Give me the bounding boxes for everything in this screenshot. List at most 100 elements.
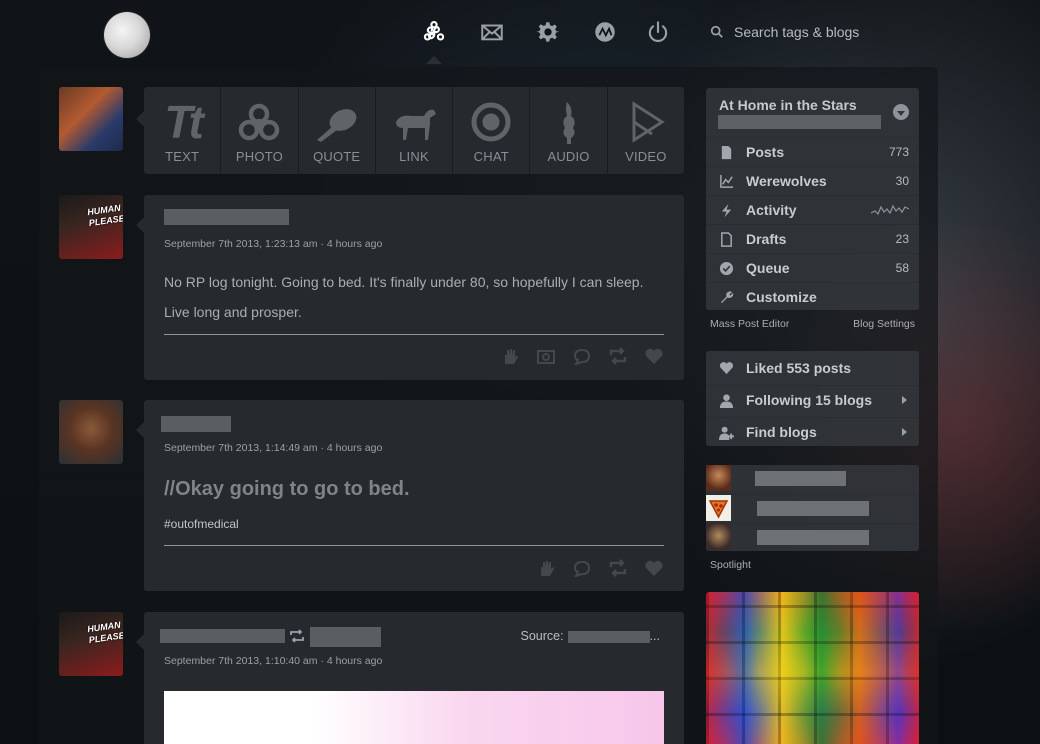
redacted-blog-name <box>757 501 869 516</box>
recommended-blog-avatar <box>706 495 731 521</box>
post-actions <box>536 559 664 577</box>
sidebar-item-label: Liked 553 posts <box>746 359 852 376</box>
avatar-caption: HUMAN PLEASE <box>86 619 123 646</box>
search-bar[interactable] <box>710 20 934 44</box>
link-post-icon <box>390 99 438 145</box>
recommended-blog-row[interactable] <box>706 465 919 494</box>
sidebar-item-following[interactable]: Following 15 blogs <box>706 385 919 414</box>
sidebar-item-drafts[interactable]: Drafts 23 <box>706 224 919 253</box>
blog-settings-link[interactable]: Blog Settings <box>853 318 915 330</box>
post-timestamp[interactable]: September 7th 2013, 1:10:40 am · 4 hours… <box>164 655 382 667</box>
power-logout-icon[interactable] <box>642 16 674 48</box>
blog-avatar-moon[interactable] <box>104 12 150 58</box>
settings-gear-icon[interactable] <box>532 16 564 48</box>
lightning-icon <box>718 202 734 218</box>
avatar-caption: HUMAN PLEASE <box>86 202 123 229</box>
post-body-line: No RP log tonight. Going to bed. It's fi… <box>164 274 644 290</box>
activity-sparkline-icon <box>871 204 909 216</box>
redacted-reblog-source <box>310 627 381 647</box>
heart-icon <box>718 360 734 376</box>
redacted-source-url <box>567 630 650 643</box>
post-source[interactable]: Source:... <box>520 629 660 643</box>
sidebar-item-activity[interactable]: Activity <box>706 195 919 224</box>
sidebar-item-count: 30 <box>895 174 909 188</box>
video-post-icon <box>622 99 670 145</box>
camera-icon[interactable] <box>536 347 556 365</box>
blog-switcher-dropdown-icon[interactable] <box>893 104 909 120</box>
dashboard-icon[interactable] <box>418 16 450 48</box>
post-actions <box>500 347 664 365</box>
redacted-username <box>160 629 285 643</box>
recommended-blog-avatar <box>706 524 731 550</box>
sidebar-item-queue[interactable]: Queue 58 <box>706 253 919 282</box>
post-timestamp[interactable]: September 7th 2013, 1:23:13 am · 4 hours… <box>164 238 382 250</box>
new-text-post-button[interactable]: Tt TEXT <box>144 87 222 174</box>
person-icon <box>718 392 734 408</box>
post-author-avatar[interactable]: HUMAN PLEASE <box>59 612 123 676</box>
post-body: No RP log tonight. Going to bed. It's fi… <box>164 267 644 327</box>
post-body-line: Live long and prosper. <box>164 304 302 320</box>
quote-post-label: QUOTE <box>313 149 361 164</box>
recommended-blog-row[interactable] <box>706 494 919 523</box>
sidebar-item-label: Activity <box>746 202 797 218</box>
recommended-blog-avatar <box>706 465 731 491</box>
post-quote: September 7th 2013, 1:14:49 am · 4 hours… <box>136 400 684 591</box>
reblog-icon[interactable] <box>608 347 628 365</box>
recommended-blogs <box>706 465 919 551</box>
account-menu: Liked 553 posts Following 15 blogs Find … <box>706 351 919 446</box>
post-author-avatar[interactable] <box>59 400 123 464</box>
sidebar-item-find-blogs[interactable]: Find blogs <box>706 417 919 446</box>
sidebar-item-customize[interactable]: Customize <box>706 282 919 311</box>
photo-post-icon <box>235 99 283 145</box>
heart-like-icon[interactable] <box>644 347 664 365</box>
notes-hand-icon[interactable] <box>536 559 556 577</box>
audio-post-label: AUDIO <box>547 149 590 164</box>
activity-badge-icon[interactable] <box>589 16 621 48</box>
new-video-post-button[interactable]: VIDEO <box>608 87 684 174</box>
post-tag[interactable]: #outofmedical <box>164 517 239 531</box>
chart-icon <box>718 173 734 189</box>
link-post-label: LINK <box>399 149 429 164</box>
redacted-blog-url <box>718 115 881 129</box>
new-link-post-button[interactable]: LINK <box>376 87 454 174</box>
spotlight-link[interactable]: Spotlight <box>710 559 751 571</box>
wrench-icon <box>718 289 734 305</box>
sidebar-item-werewolves[interactable]: Werewolves 30 <box>706 166 919 195</box>
source-suffix: ... <box>649 629 660 643</box>
radar-post-image[interactable] <box>706 592 919 744</box>
reply-bubble-icon[interactable] <box>572 559 592 577</box>
quote-post-icon <box>313 99 361 145</box>
mass-post-editor-link[interactable]: Mass Post Editor <box>710 318 789 330</box>
sidebar-item-likes[interactable]: Liked 553 posts <box>706 353 919 382</box>
post-photo[interactable] <box>164 691 664 744</box>
check-circle-icon <box>718 260 734 276</box>
post-timestamp[interactable]: September 7th 2013, 1:14:49 am · 4 hours… <box>164 442 382 454</box>
chevron-right-icon <box>902 396 907 404</box>
post-text: September 7th 2013, 1:23:13 am · 4 hours… <box>136 195 684 380</box>
user-avatar[interactable] <box>59 87 123 151</box>
new-audio-post-button[interactable]: AUDIO <box>530 87 608 174</box>
quote-text: //Okay going to go to bed. <box>164 478 410 500</box>
post-author-avatar[interactable]: HUMAN PLEASE <box>59 195 123 259</box>
blog-tool-links: Mass Post Editor Blog Settings <box>710 318 915 330</box>
notes-hand-icon[interactable] <box>500 347 520 365</box>
new-chat-post-button[interactable]: CHAT <box>453 87 531 174</box>
recommended-blog-row[interactable] <box>706 523 919 552</box>
search-input[interactable] <box>734 24 934 40</box>
video-post-label: VIDEO <box>625 149 667 164</box>
reblog-icon[interactable] <box>608 559 628 577</box>
new-photo-post-button[interactable]: PHOTO <box>221 87 299 174</box>
blog-title[interactable]: At Home in the Stars <box>719 97 857 113</box>
chat-post-icon <box>467 99 515 145</box>
redacted-blog-name <box>755 471 846 486</box>
messages-icon[interactable] <box>476 16 508 48</box>
new-post-bar: Tt TEXT PHOTO QUOTE LINK CHAT AUDIO VIDE… <box>136 87 684 174</box>
heart-like-icon[interactable] <box>644 559 664 577</box>
post-photo-reblog: Source:... September 7th 2013, 1:10:40 a… <box>136 612 684 744</box>
new-quote-post-button[interactable]: QUOTE <box>299 87 376 174</box>
sidebar-item-label: Werewolves <box>746 173 827 189</box>
reply-bubble-icon[interactable] <box>572 347 592 365</box>
post-divider <box>164 334 664 335</box>
sidebar-item-posts[interactable]: Posts 773 <box>706 137 919 166</box>
sidebar-item-count: 23 <box>895 232 909 246</box>
